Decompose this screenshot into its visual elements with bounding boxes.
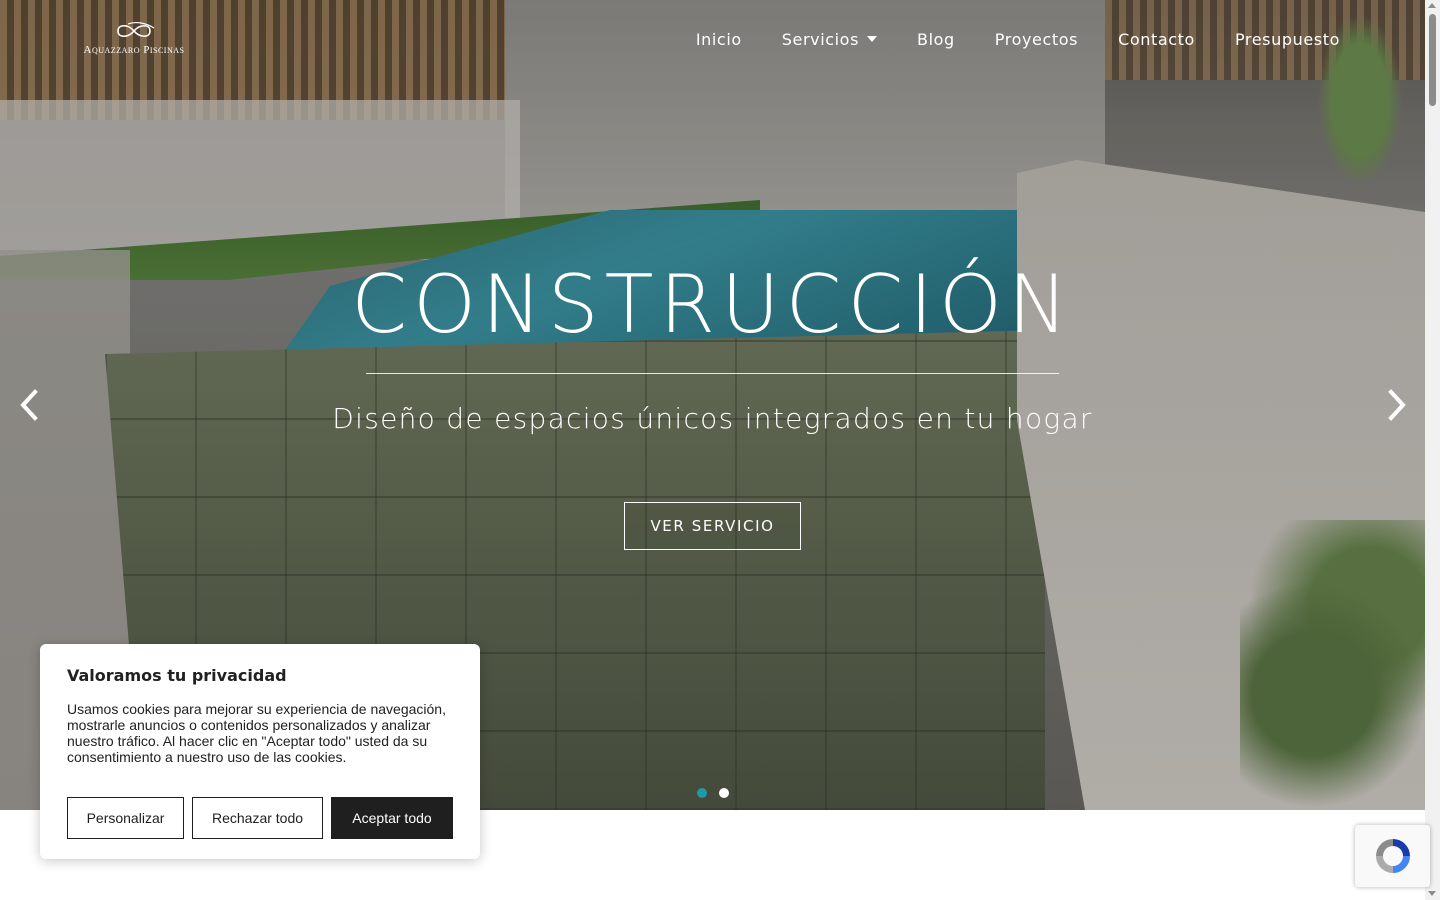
ver-servicio-button[interactable]: VER SERVICIO [624, 502, 801, 550]
slider-pagination [697, 788, 729, 798]
slider-prev-button[interactable] [17, 388, 41, 422]
site-logo[interactable]: Aquazzaro Piscinas [74, 20, 194, 60]
recaptcha-icon [1375, 839, 1410, 873]
hero-title: CONSTRUCCIÓN [351, 258, 1074, 351]
nav-item-blog[interactable]: Blog [917, 28, 955, 50]
nav-item-contacto[interactable]: Contacto [1118, 28, 1195, 50]
recaptcha-badge[interactable] [1355, 825, 1430, 887]
reject-all-button[interactable]: Rechazar todo [192, 797, 323, 839]
main-nav: Inicio Servicios Blog Proyectos Contacto… [696, 28, 1340, 50]
logo-text: Aquazzaro Piscinas [83, 44, 185, 56]
nav-item-servicios[interactable]: Servicios [781, 28, 878, 50]
nav-item-proyectos[interactable]: Proyectos [995, 28, 1078, 50]
slider-dot-2[interactable] [719, 788, 729, 798]
scrollbar-thumb[interactable] [1429, 14, 1436, 106]
hero-divider [366, 373, 1059, 374]
nav-item-servicios-label: Servicios [781, 29, 860, 49]
nav-item-presupuesto[interactable]: Presupuesto [1235, 28, 1340, 50]
slider-next-button[interactable] [1385, 388, 1409, 422]
customize-cookies-button[interactable]: Personalizar [67, 797, 184, 839]
cookie-text: Usamos cookies para mejorar su experienc… [67, 701, 446, 765]
scroll-up-arrow-icon[interactable] [1428, 3, 1436, 8]
slider-dot-1[interactable] [697, 788, 707, 798]
scroll-down-arrow-icon[interactable] [1428, 891, 1436, 896]
caret-down-icon [867, 36, 878, 42]
nav-item-inicio[interactable]: Inicio [696, 28, 742, 50]
cookie-consent-dialog: Valoramos tu privacidad Usamos cookies p… [40, 644, 480, 859]
hero-subtitle: Diseño de espacios únicos integrados en … [332, 402, 1093, 435]
chevron-right-icon [1388, 389, 1406, 421]
cookie-buttons: Personalizar Rechazar todo Aceptar todo [67, 797, 453, 839]
page-scrollbar[interactable] [1425, 0, 1440, 900]
chevron-left-icon [20, 389, 38, 421]
cookie-title: Valoramos tu privacidad [67, 666, 287, 685]
accept-all-button[interactable]: Aceptar todo [331, 797, 453, 839]
infinity-logo-icon [117, 22, 155, 38]
